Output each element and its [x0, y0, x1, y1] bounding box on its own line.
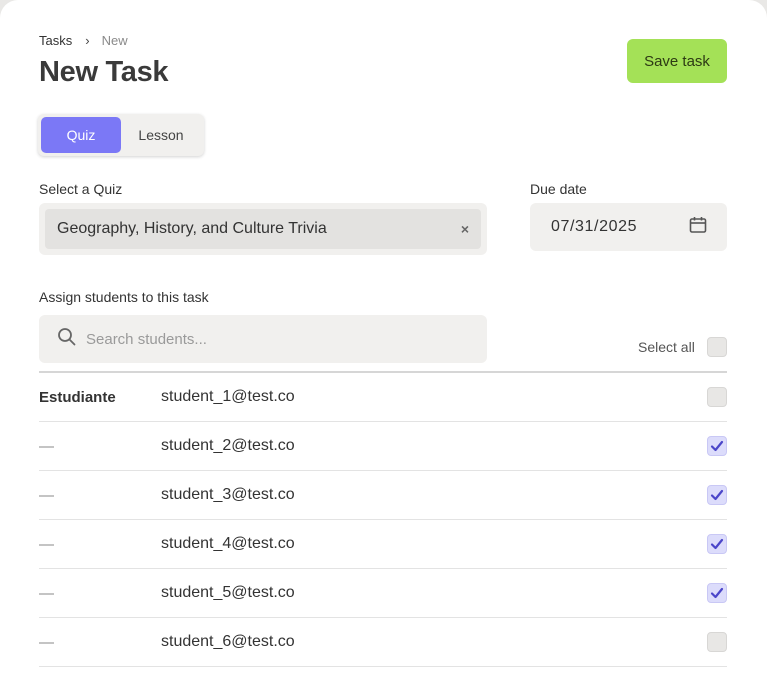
- student-email: student_4@test.co: [161, 535, 295, 552]
- task-type-toggle: Quiz Lesson: [38, 114, 204, 156]
- student-checkbox[interactable]: [707, 387, 727, 407]
- quiz-select[interactable]: Geography, History, and Culture Trivia ×: [39, 203, 487, 255]
- select-all-label: Select all: [638, 339, 695, 355]
- clear-icon[interactable]: ×: [461, 221, 469, 237]
- student-name: —: [39, 486, 54, 504]
- select-all: Select all: [638, 337, 727, 357]
- checkmark-icon: [710, 440, 724, 452]
- student-checkbox[interactable]: [707, 632, 727, 652]
- save-task-button[interactable]: Save task: [627, 39, 727, 83]
- student-email: student_1@test.co: [161, 388, 295, 405]
- select-all-checkbox[interactable]: [706, 337, 727, 357]
- toggle-lesson[interactable]: Lesson: [121, 117, 201, 153]
- checkmark-icon: [710, 587, 724, 599]
- student-email: student_5@test.co: [161, 584, 295, 601]
- search-students-input[interactable]: [86, 330, 466, 348]
- student-search-box: [39, 315, 487, 363]
- due-date-value: 07/31/2025: [551, 218, 638, 235]
- due-date-label: Due date: [530, 181, 587, 197]
- student-row: — student_5@test.co: [39, 569, 727, 618]
- student-name: Estudiante: [39, 388, 116, 406]
- student-checkbox[interactable]: [707, 583, 727, 603]
- student-email: student_3@test.co: [161, 486, 295, 503]
- student-checkbox[interactable]: [707, 485, 727, 505]
- student-email: student_2@test.co: [161, 437, 295, 454]
- breadcrumb-tasks-link[interactable]: Tasks: [39, 33, 72, 48]
- chevron-right-icon: ›: [85, 33, 90, 48]
- page-title: New Task: [39, 56, 169, 88]
- student-row: — student_2@test.co: [39, 422, 727, 471]
- student-name: —: [39, 633, 54, 651]
- task-card: Tasks › New New Task Save task Quiz Less…: [0, 0, 767, 700]
- student-name: —: [39, 535, 54, 553]
- checkmark-icon: [710, 538, 724, 550]
- student-row: Estudiante student_1@test.co: [39, 373, 727, 422]
- student-row: — student_4@test.co: [39, 520, 727, 569]
- quiz-select-label: Select a Quiz: [39, 181, 123, 197]
- selected-quiz-text: Geography, History, and Culture Trivia: [57, 220, 327, 237]
- toggle-quiz[interactable]: Quiz: [41, 117, 121, 153]
- search-icon: [57, 327, 76, 351]
- breadcrumb-current: New: [101, 33, 128, 48]
- calendar-icon[interactable]: [689, 216, 707, 239]
- student-row: — student_3@test.co: [39, 471, 727, 520]
- student-row: — student_6@test.co: [39, 618, 727, 667]
- due-date-field[interactable]: 07/31/2025: [530, 203, 727, 251]
- student-name: —: [39, 437, 54, 455]
- student-name: —: [39, 584, 54, 602]
- student-checkbox[interactable]: [707, 534, 727, 554]
- student-email: student_6@test.co: [161, 633, 295, 650]
- breadcrumb: Tasks › New: [39, 33, 128, 48]
- checkmark-icon: [710, 489, 724, 501]
- student-list: Estudiante student_1@test.co — student_2@te…: [39, 373, 727, 667]
- selected-quiz-chip: Geography, History, and Culture Trivia ×: [45, 209, 481, 249]
- student-checkbox[interactable]: [707, 436, 727, 456]
- assign-students-label: Assign students to this task: [39, 289, 209, 305]
